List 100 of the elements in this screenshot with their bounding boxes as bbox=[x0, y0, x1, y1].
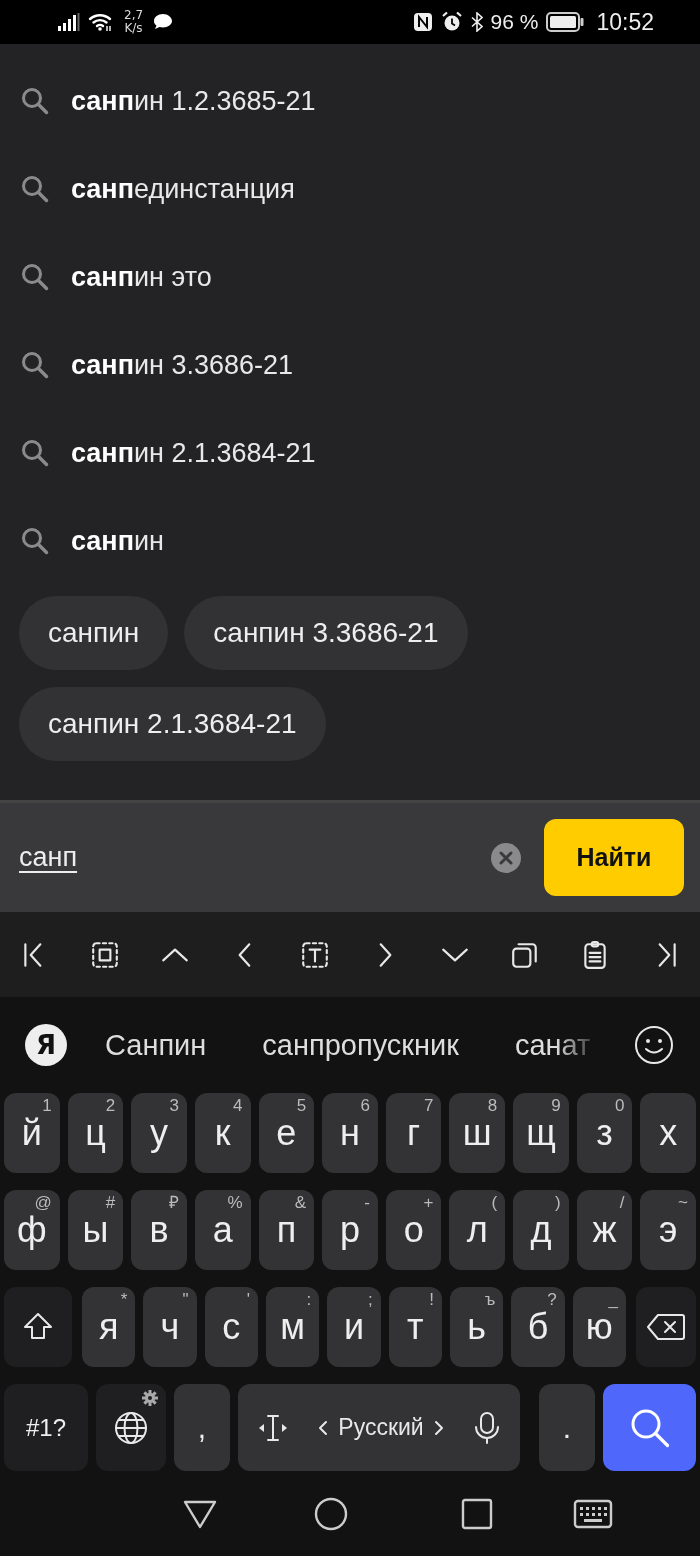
letter-key[interactable]: у 3 bbox=[131, 1093, 187, 1173]
key-hint: " bbox=[182, 1291, 189, 1308]
suggestion-chip[interactable]: санпин 3.3686-21 bbox=[184, 596, 468, 670]
search-icon bbox=[20, 526, 50, 556]
key-hint: # bbox=[105, 1194, 116, 1211]
suggestion-item[interactable]: санпин 2.1.3684-21 bbox=[0, 409, 700, 497]
wifi-icon bbox=[88, 12, 114, 32]
key-hint: 7 bbox=[424, 1097, 434, 1114]
letter-key[interactable]: с ' bbox=[204, 1287, 258, 1367]
suggestion-item[interactable]: санпединстанция bbox=[0, 145, 700, 233]
word-suggestion[interactable]: Санпин bbox=[105, 1028, 207, 1062]
suggestion-chip[interactable]: санпин bbox=[19, 596, 169, 670]
key-hint: 0 bbox=[614, 1097, 625, 1114]
speed-unit: K/s bbox=[124, 22, 143, 35]
letter-key[interactable]: н 6 bbox=[322, 1093, 378, 1173]
letter-key[interactable]: в ₽ bbox=[131, 1190, 187, 1270]
suggestion-chip[interactable]: санпин 2.1.3684-21 bbox=[19, 687, 326, 761]
backspace-icon[interactable] bbox=[645, 1312, 686, 1342]
key-hint: _ bbox=[608, 1291, 618, 1308]
key-hint: ; bbox=[367, 1291, 373, 1308]
letter-key[interactable]: п & bbox=[258, 1190, 315, 1270]
suggestion-item[interactable]: санпин это bbox=[0, 233, 700, 321]
key-hint: 4 bbox=[233, 1097, 243, 1114]
message-icon bbox=[153, 13, 174, 31]
globe-icon[interactable] bbox=[113, 1409, 149, 1446]
letter-key[interactable]: щ 9 bbox=[513, 1093, 569, 1173]
bluetooth-icon bbox=[470, 12, 483, 32]
letter-key[interactable]: й 1 bbox=[4, 1093, 60, 1173]
suggestion-item[interactable]: санпин bbox=[0, 497, 700, 585]
letter-key[interactable]: м : bbox=[266, 1287, 320, 1367]
search-icon bbox=[20, 174, 50, 204]
clear-icon[interactable] bbox=[490, 841, 522, 874]
search-field[interactable]: санп bbox=[19, 827, 490, 888]
punctuation-key[interactable]: , bbox=[174, 1384, 230, 1471]
chevron-right-icon bbox=[433, 1419, 444, 1436]
recent-apps-icon[interactable] bbox=[461, 1497, 493, 1530]
suggestion-item[interactable]: санпин 3.3686-21 bbox=[0, 321, 700, 409]
key-hint: + bbox=[423, 1194, 434, 1211]
key-hint: - bbox=[364, 1194, 370, 1211]
key-hint: ( bbox=[491, 1194, 498, 1211]
search-icon bbox=[20, 438, 50, 468]
letter-key[interactable]: ь ъ bbox=[449, 1287, 504, 1367]
nfc-icon bbox=[412, 12, 433, 32]
clock: 10:52 bbox=[596, 8, 654, 36]
key-hint: ~ bbox=[678, 1194, 689, 1211]
home-icon[interactable] bbox=[314, 1496, 348, 1531]
letter-key[interactable]: л ( bbox=[449, 1190, 506, 1270]
key-hint: & bbox=[294, 1194, 307, 1211]
gear-icon bbox=[142, 1390, 158, 1406]
select-all-icon[interactable] bbox=[90, 939, 120, 970]
symbols-key[interactable]: #1? bbox=[4, 1384, 88, 1471]
letter-key[interactable]: я * bbox=[82, 1287, 136, 1367]
key-hint: 2 bbox=[105, 1097, 116, 1114]
letter-key[interactable]: о + bbox=[385, 1190, 442, 1270]
find-button[interactable]: Найти bbox=[544, 819, 684, 896]
letter-key[interactable]: ц 2 bbox=[67, 1093, 124, 1173]
key-hint: ₽ bbox=[168, 1194, 179, 1211]
suggestion-item[interactable]: санпин 1.2.3685-21 bbox=[0, 57, 700, 145]
key-hint: : bbox=[306, 1291, 312, 1308]
chevron-left-icon bbox=[318, 1419, 329, 1436]
key-hint: 6 bbox=[360, 1097, 370, 1114]
letter-key[interactable]: ш 8 bbox=[449, 1093, 506, 1173]
key-hint: 1 bbox=[42, 1097, 52, 1114]
search-icon bbox=[20, 262, 50, 292]
word-suggestion[interactable]: санпропускник bbox=[262, 1028, 459, 1062]
battery-percent: 96 % bbox=[490, 10, 539, 34]
space-key[interactable]: Русский bbox=[238, 1384, 520, 1471]
letter-key[interactable]: д ) bbox=[513, 1190, 569, 1270]
letter-key[interactable]: ф @ bbox=[4, 1190, 60, 1270]
keyboard-logo[interactable]: Я bbox=[25, 1024, 67, 1066]
letter-key[interactable]: б ? bbox=[511, 1287, 565, 1367]
letter-key[interactable]: р - bbox=[322, 1190, 378, 1270]
key-hint: @ bbox=[34, 1194, 52, 1211]
search-icon bbox=[20, 86, 50, 116]
letter-key[interactable]: ю _ bbox=[572, 1287, 626, 1367]
key-hint: 5 bbox=[296, 1097, 307, 1114]
letter-key[interactable]: э ~ bbox=[640, 1190, 697, 1270]
letter-key[interactable]: ч " bbox=[143, 1287, 197, 1367]
letter-key[interactable]: ы # bbox=[67, 1190, 124, 1270]
punctuation-key[interactable]: . bbox=[539, 1384, 595, 1471]
text-select-icon[interactable] bbox=[300, 939, 330, 970]
search-icon bbox=[20, 350, 50, 380]
search-key[interactable] bbox=[603, 1384, 696, 1471]
letter-key[interactable]: е 5 bbox=[258, 1093, 315, 1173]
letter-key[interactable]: т ! bbox=[388, 1287, 442, 1367]
battery-icon bbox=[546, 12, 585, 32]
letter-key[interactable]: к 4 bbox=[194, 1093, 251, 1173]
letter-key[interactable]: г 7 bbox=[385, 1093, 442, 1173]
letter-key[interactable]: а % bbox=[194, 1190, 251, 1270]
letter-key[interactable]: з 0 bbox=[576, 1093, 633, 1173]
key-hint: / bbox=[619, 1194, 625, 1211]
word-suggestion[interactable]: санат bbox=[514, 1028, 591, 1062]
letter-key[interactable]: х bbox=[640, 1093, 697, 1173]
signal-icon bbox=[58, 13, 80, 31]
keyboard-icon[interactable] bbox=[573, 1498, 613, 1529]
emoji-icon[interactable] bbox=[633, 1024, 675, 1066]
letter-key[interactable]: и ; bbox=[327, 1287, 381, 1367]
alarm-icon bbox=[440, 11, 463, 33]
key-hint: ъ bbox=[484, 1291, 496, 1308]
letter-key[interactable]: ж / bbox=[576, 1190, 633, 1270]
